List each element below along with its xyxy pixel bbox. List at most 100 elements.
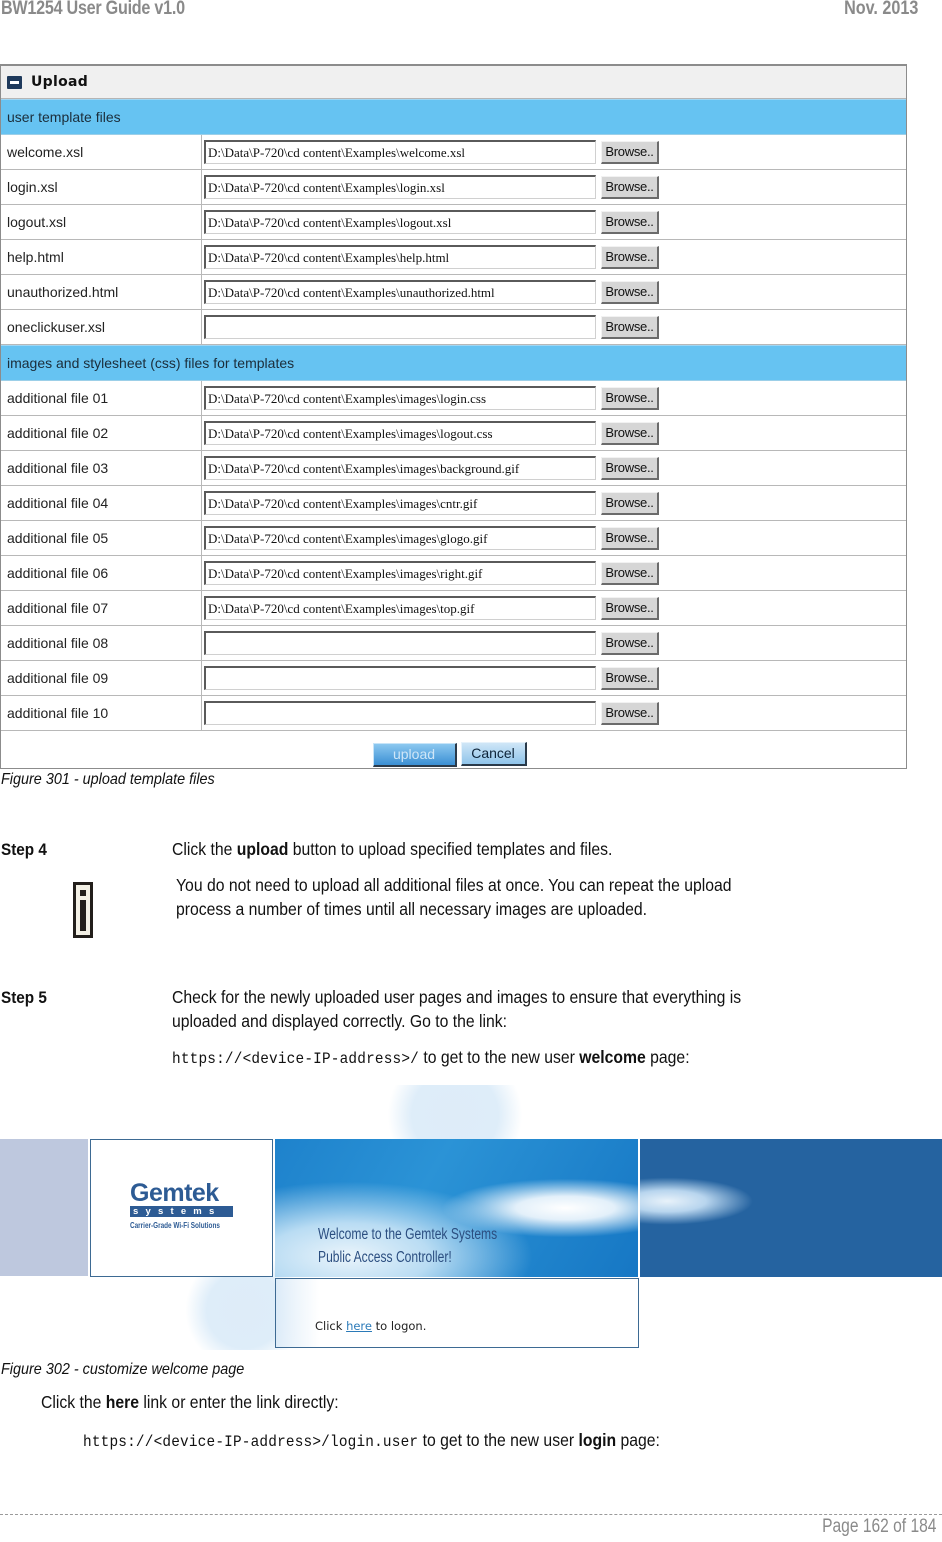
browse-button[interactable]: Browse.. <box>601 701 659 725</box>
file-path-input[interactable]: D:\Data\P-720\cd content\Examples\welcom… <box>204 140 596 164</box>
gemtek-logo-panel: Gemtek systems Carrier-Grade Wi-Fi Solut… <box>90 1139 273 1277</box>
login-url: https://<device-IP-address>/login.user <box>83 1433 419 1451</box>
file-row: additional file 06 D:\Data\P-720\cd conte… <box>1 556 906 591</box>
file-row: additional file 07 D:\Data\P-720\cd conte… <box>1 591 906 626</box>
file-label: additional file 05 <box>1 521 202 555</box>
file-row: additional file 08 Browse.. <box>1 626 906 661</box>
step-4-text-bold: upload <box>236 839 289 859</box>
browse-button[interactable]: Browse.. <box>601 421 659 445</box>
file-row: additional file 04 D:\Data\P-720\cd conte… <box>1 486 906 521</box>
step-4-text-after: button to upload specified templates and… <box>288 839 613 859</box>
here-instruction-bold: here <box>105 1392 140 1412</box>
file-path-input[interactable]: D:\Data\P-720\cd content\Examples\login.… <box>204 175 596 199</box>
browse-button[interactable]: Browse.. <box>601 280 659 304</box>
cancel-button[interactable]: Cancel <box>460 741 527 766</box>
file-path-input[interactable]: D:\Data\P-720\cd content\Examples\logout… <box>204 210 596 234</box>
file-label: additional file 07 <box>1 591 202 625</box>
file-label: additional file 09 <box>1 661 202 695</box>
welcome-page-screenshot: Gemtek systems Carrier-Grade Wi-Fi Solut… <box>0 1085 942 1350</box>
note-line-1: You do not need to upload all additional… <box>176 875 732 895</box>
step-5-line-2: uploaded and displayed correctly. Go to … <box>172 1011 508 1031</box>
browse-button[interactable]: Browse.. <box>601 456 659 480</box>
logon-text-after: to logon. <box>371 1319 427 1333</box>
file-path-input[interactable]: D:\Data\P-720\cd content\Examples\images… <box>204 421 596 445</box>
here-instruction: Click the here link or enter the link di… <box>41 1390 339 1415</box>
logon-text-before: Click <box>315 1319 347 1333</box>
file-path-input[interactable] <box>204 666 596 690</box>
browse-button[interactable]: Browse.. <box>601 175 659 199</box>
file-path-input[interactable] <box>204 701 596 725</box>
figure-301-caption: Figure 301 - upload template files <box>1 771 215 788</box>
file-path-input[interactable]: D:\Data\P-720\cd content\Examples\images… <box>204 526 596 550</box>
file-label: additional file 01 <box>1 381 202 415</box>
figure-302-caption: Figure 302 - customize welcome page <box>1 1361 245 1378</box>
step-4-text: Click the upload button to upload specif… <box>172 837 612 862</box>
file-label: logout.xsl <box>1 205 202 239</box>
file-row: logout.xsl D:\Data\P-720\cd content\Examp… <box>1 205 906 240</box>
browse-button[interactable]: Browse.. <box>601 596 659 620</box>
file-path-input[interactable]: D:\Data\P-720\cd content\Examples\images… <box>204 456 596 480</box>
login-url-after: to get to the new user <box>418 1430 579 1450</box>
file-path-input[interactable]: D:\Data\P-720\cd content\Examples\images… <box>204 386 596 410</box>
file-row: additional file 03 D:\Data\P-720\cd conte… <box>1 451 906 486</box>
here-link[interactable]: here <box>346 1319 372 1333</box>
file-row: help.html D:\Data\P-720\cd content\Exampl… <box>1 240 906 275</box>
step-5-link-line: https://<device-IP-address>/ to get to t… <box>172 1045 690 1072</box>
browse-button[interactable]: Browse.. <box>601 491 659 515</box>
page-number: Page 162 of 184 <box>821 1516 936 1537</box>
note-line-2: process a number of times until all nece… <box>176 899 647 919</box>
login-url-line: https://<device-IP-address>/login.user t… <box>83 1428 660 1455</box>
file-label: additional file 10 <box>1 696 202 730</box>
step-5-link-after: to get to the new user <box>419 1047 580 1067</box>
file-path-input[interactable]: D:\Data\P-720\cd content\Examples\images… <box>204 491 596 515</box>
info-icon <box>73 882 93 938</box>
file-row: additional file 05 D:\Data\P-720\cd conte… <box>1 521 906 556</box>
browse-button[interactable]: Browse.. <box>601 245 659 269</box>
here-instruction-before: Click the <box>41 1392 106 1412</box>
gemtek-tagline: Carrier-Grade Wi-Fi Solutions <box>130 1221 220 1230</box>
file-row: unauthorized.html D:\Data\P-720\cd conten… <box>1 275 906 310</box>
browse-button[interactable]: Browse.. <box>601 210 659 234</box>
welcome-title-line-2: Public Access Controller! <box>318 1249 452 1266</box>
logon-panel: Click here to logon. <box>275 1278 639 1348</box>
panel-title: Upload <box>31 74 89 90</box>
file-row: additional file 10 Browse.. <box>1 696 906 731</box>
file-path-input[interactable] <box>204 631 596 655</box>
browse-button[interactable]: Browse.. <box>601 386 659 410</box>
browse-button[interactable]: Browse.. <box>601 526 659 550</box>
file-label: additional file 06 <box>1 556 202 590</box>
file-path-input[interactable]: D:\Data\P-720\cd content\Examples\unauth… <box>204 280 596 304</box>
file-path-input[interactable] <box>204 315 596 339</box>
step-5-link-end: page: <box>645 1047 690 1067</box>
file-label: additional file 08 <box>1 626 202 660</box>
file-row: oneclickuser.xsl Browse.. <box>1 310 906 345</box>
file-label: additional file 04 <box>1 486 202 520</box>
file-row: additional file 02 D:\Data\P-720\cd conte… <box>1 416 906 451</box>
browse-button[interactable]: Browse.. <box>601 666 659 690</box>
section-header: user template files <box>1 99 906 135</box>
logon-text: Click here to logon. <box>315 1319 426 1333</box>
upload-button[interactable]: upload <box>372 742 457 767</box>
step-5-line-1: Check for the newly uploaded user pages … <box>172 987 742 1007</box>
file-label: login.xsl <box>1 170 202 204</box>
panel-title-bar: Upload <box>1 66 906 99</box>
browse-button[interactable]: Browse.. <box>601 631 659 655</box>
action-row: upload Cancel <box>1 731 906 768</box>
welcome-title: Welcome to the Gemtek Systems Public Acc… <box>318 1223 497 1269</box>
welcome-banner: Welcome to the Gemtek Systems Public Acc… <box>275 1139 638 1277</box>
step-5-label: Step 5 <box>1 988 47 1007</box>
file-row: login.xsl D:\Data\P-720\cd content\Exampl… <box>1 170 906 205</box>
browse-button[interactable]: Browse.. <box>601 315 659 339</box>
browse-button[interactable]: Browse.. <box>601 140 659 164</box>
file-path-input[interactable]: D:\Data\P-720\cd content\Examples\images… <box>204 561 596 585</box>
file-row: additional file 09 Browse.. <box>1 661 906 696</box>
gemtek-logo-word: Gemtek <box>130 1179 219 1207</box>
footer-divider <box>0 1514 942 1515</box>
gemtek-logo-bar: systems <box>130 1206 233 1217</box>
section-header: images and stylesheet (css) files for te… <box>1 345 906 381</box>
arrow-right-box-icon <box>7 75 22 89</box>
browse-button[interactable]: Browse.. <box>601 561 659 585</box>
here-instruction-after: link or enter the link directly: <box>139 1392 339 1412</box>
file-path-input[interactable]: D:\Data\P-720\cd content\Examples\images… <box>204 596 596 620</box>
file-path-input[interactable]: D:\Data\P-720\cd content\Examples\help.h… <box>204 245 596 269</box>
